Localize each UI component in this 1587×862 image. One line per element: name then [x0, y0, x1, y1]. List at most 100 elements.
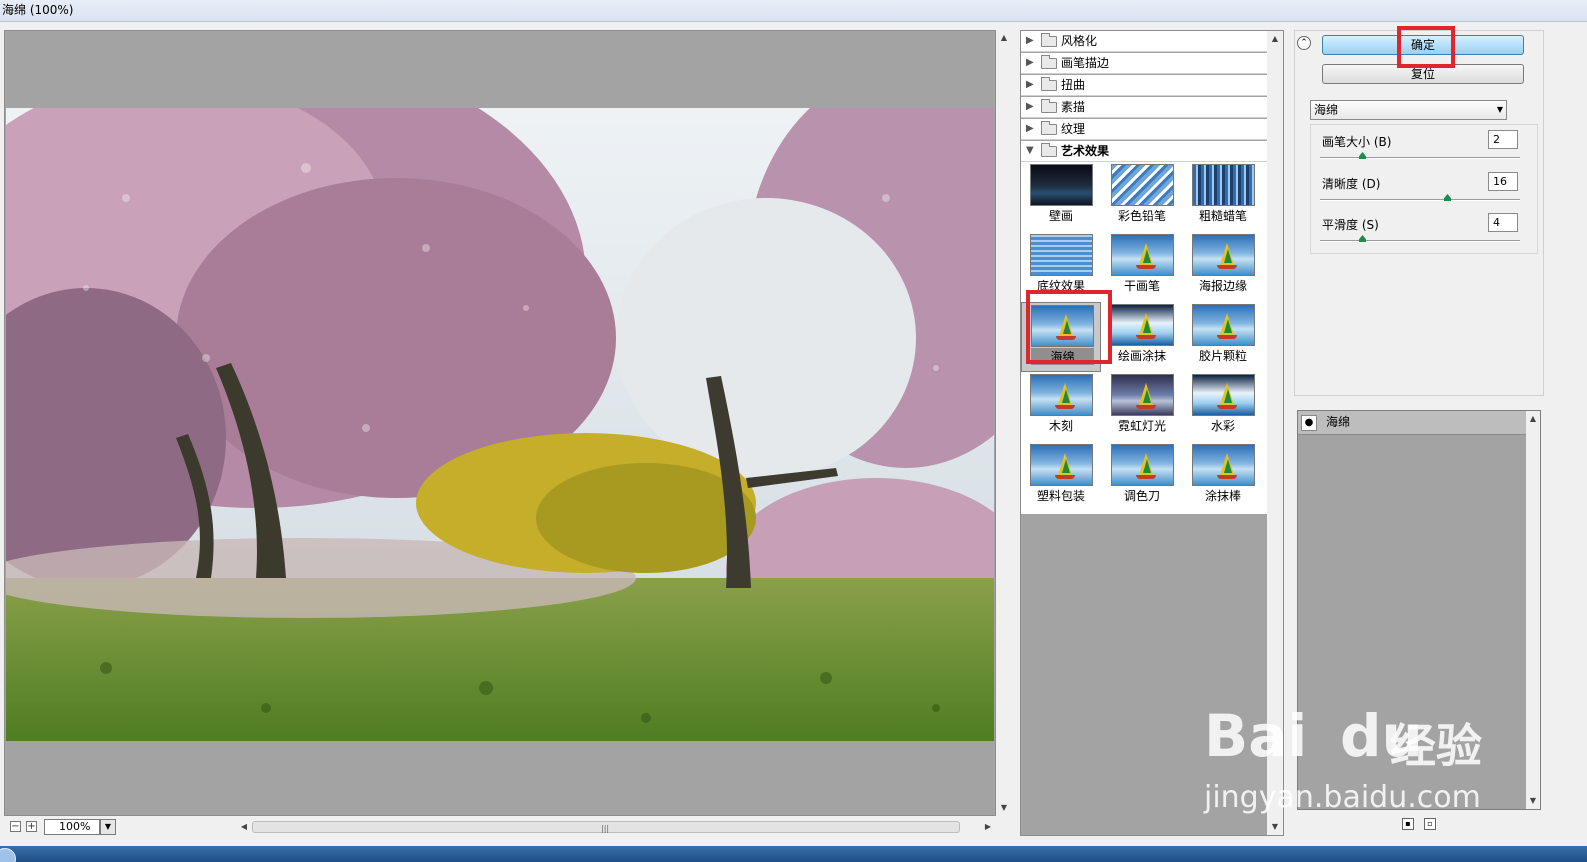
collapse-panel-icon[interactable]: ⌃	[1297, 36, 1311, 50]
filter-palette-knife[interactable]: 调色刀	[1102, 442, 1182, 512]
scrollbar-thumb[interactable]: |||	[252, 821, 960, 833]
filter-underpainting[interactable]: 底纹效果	[1021, 232, 1101, 302]
expand-arrow-icon[interactable]: ▶	[1026, 31, 1034, 51]
category-texture[interactable]: ▶ 纹理	[1021, 119, 1267, 140]
filter-label: 彩色铅笔	[1117, 209, 1166, 223]
smoothness-slider[interactable]	[1320, 235, 1520, 242]
expand-arrow-icon[interactable]: ▶	[1026, 75, 1034, 95]
filter-thumbnail	[1030, 444, 1093, 486]
category-label: 扭曲	[1061, 78, 1086, 92]
zoom-dropdown-icon[interactable]: ▼	[100, 819, 116, 835]
preview-vertical-scrollbar[interactable]: ▲ ▼	[996, 30, 1012, 816]
category-brush-strokes[interactable]: ▶ 画笔描边	[1021, 53, 1267, 74]
filter-cutout[interactable]: 木刻	[1021, 372, 1101, 442]
filter-plastic-wrap[interactable]: 塑料包装	[1021, 442, 1101, 512]
zoom-in-button[interactable]: +	[26, 821, 37, 832]
filter-colored-pencil[interactable]: 彩色铅笔	[1102, 162, 1182, 232]
folder-icon	[1041, 77, 1057, 91]
scroll-up-arrow-icon[interactable]: ▲	[1526, 413, 1540, 425]
scroll-up-arrow-icon[interactable]: ▲	[996, 32, 1012, 44]
watermark-cn: 经验	[1390, 719, 1482, 773]
filter-label: 粗糙蜡笔	[1198, 209, 1247, 223]
start-orb-icon[interactable]	[0, 848, 16, 862]
filter-label: 底纹效果	[1036, 279, 1085, 293]
category-label: 素描	[1061, 100, 1086, 114]
scroll-down-arrow-icon[interactable]: ▼	[1526, 795, 1540, 807]
sponge-filtered-photo	[6, 108, 994, 741]
filter-neon-glow[interactable]: 霓虹灯光	[1102, 372, 1182, 442]
preview-canvas[interactable]	[4, 30, 996, 816]
brush-size-label: 画笔大小 (B)	[1322, 135, 1392, 149]
folder-icon	[1041, 121, 1057, 135]
category-sketch[interactable]: ▶ 素描	[1021, 97, 1267, 118]
category-label: 风格化	[1061, 34, 1098, 48]
filter-thumbnail	[1111, 444, 1174, 486]
scrollbar-grip: |||	[601, 824, 610, 833]
filter-film-grain[interactable]: 胶片颗粒	[1183, 302, 1263, 372]
folder-icon	[1041, 55, 1057, 69]
filter-type-select[interactable]: 海绵 ▼	[1310, 100, 1507, 120]
zoom-level-field[interactable]: 100%	[44, 819, 100, 835]
collapse-arrow-icon[interactable]: ▼	[1026, 141, 1034, 161]
filter-type-value: 海绵	[1314, 103, 1339, 117]
filter-thumbnail-grid: 壁画 彩色铅笔 粗糙蜡笔 底纹效果 干画笔 海报边缘 海绵 绘画涂抹 胶片颗粒 …	[1021, 162, 1267, 514]
definition-label: 清晰度 (D)	[1322, 177, 1381, 191]
filter-dry-brush[interactable]: 干画笔	[1102, 232, 1182, 302]
category-label: 纹理	[1061, 122, 1086, 136]
expand-arrow-icon[interactable]: ▶	[1026, 53, 1034, 73]
layer-actions: ▪ ▫	[1402, 818, 1442, 832]
definition-input[interactable]: 16	[1488, 172, 1518, 191]
window-title: 海绵 (100%)	[2, 3, 74, 17]
filter-thumbnail	[1030, 164, 1093, 206]
scroll-right-arrow-icon[interactable]: ▶	[980, 821, 996, 833]
filter-thumbnail	[1111, 164, 1174, 206]
filter-thumbnail	[1030, 374, 1093, 416]
scroll-down-arrow-icon[interactable]: ▼	[996, 802, 1012, 814]
preview-bottom-bar: − + 100% ▼ ◀ ||| ▶	[4, 816, 1012, 838]
zoom-out-button[interactable]: −	[10, 821, 21, 832]
filter-label: 调色刀	[1123, 489, 1160, 503]
filter-label: 壁画	[1048, 209, 1073, 223]
taskbar-strip	[0, 846, 1587, 862]
filter-smudge-stick[interactable]: 涂抹棒	[1183, 442, 1263, 512]
preview-image	[6, 108, 994, 741]
ok-button[interactable]: 确定	[1322, 35, 1524, 55]
brush-size-slider[interactable]	[1320, 152, 1520, 159]
preview-horizontal-scrollbar[interactable]: ◀ ||| ▶	[236, 818, 996, 836]
reset-button[interactable]: 复位	[1322, 64, 1524, 84]
effect-layer-row[interactable]: ● 海绵	[1298, 411, 1526, 435]
definition-slider[interactable]	[1320, 194, 1520, 201]
category-distort[interactable]: ▶ 扭曲	[1021, 75, 1267, 96]
scroll-up-arrow-icon[interactable]: ▲	[1267, 33, 1283, 45]
filter-rough-pastels[interactable]: 粗糙蜡笔	[1183, 162, 1263, 232]
filter-sponge[interactable]: 海绵	[1021, 302, 1101, 372]
expand-arrow-icon[interactable]: ▶	[1026, 97, 1034, 117]
category-artistic[interactable]: ▼ 艺术效果	[1021, 141, 1267, 162]
baidu-watermark: Bai du 经验 jingyan.baidu.com	[1200, 680, 1500, 820]
layers-scrollbar[interactable]: ▲ ▼	[1526, 411, 1540, 809]
filter-label: 塑料包装	[1036, 489, 1085, 503]
filter-watercolor[interactable]: 水彩	[1183, 372, 1263, 442]
folder-open-icon	[1041, 143, 1057, 157]
smoothness-input[interactable]: 4	[1488, 213, 1518, 232]
filter-thumbnail	[1192, 374, 1255, 416]
filter-thumbnail	[1192, 164, 1255, 206]
smoothness-label: 平滑度 (S)	[1322, 218, 1379, 232]
scroll-left-arrow-icon[interactable]: ◀	[236, 821, 252, 833]
effect-layer-name: 海绵	[1326, 415, 1351, 429]
brush-size-input[interactable]: 2	[1488, 130, 1518, 149]
filter-paint-daubs[interactable]: 绘画涂抹	[1102, 302, 1182, 372]
eye-icon[interactable]: ●	[1301, 415, 1317, 431]
scroll-down-arrow-icon[interactable]: ▼	[1267, 821, 1283, 833]
expand-arrow-icon[interactable]: ▶	[1026, 119, 1034, 139]
filter-label: 海绵	[1031, 348, 1094, 365]
category-stylize[interactable]: ▶ 风格化	[1021, 31, 1267, 52]
watermark-url: jingyan.baidu.com	[1204, 780, 1481, 815]
window-title-bar: 海绵 (100%)	[0, 0, 1587, 22]
filter-poster-edges[interactable]: 海报边缘	[1183, 232, 1263, 302]
filter-fresco[interactable]: 壁画	[1021, 162, 1101, 232]
watermark-brand: Bai	[1204, 702, 1308, 770]
filter-thumbnail	[1192, 304, 1255, 346]
filter-label: 干画笔	[1123, 279, 1160, 293]
chevron-down-icon: ▼	[1496, 105, 1503, 114]
